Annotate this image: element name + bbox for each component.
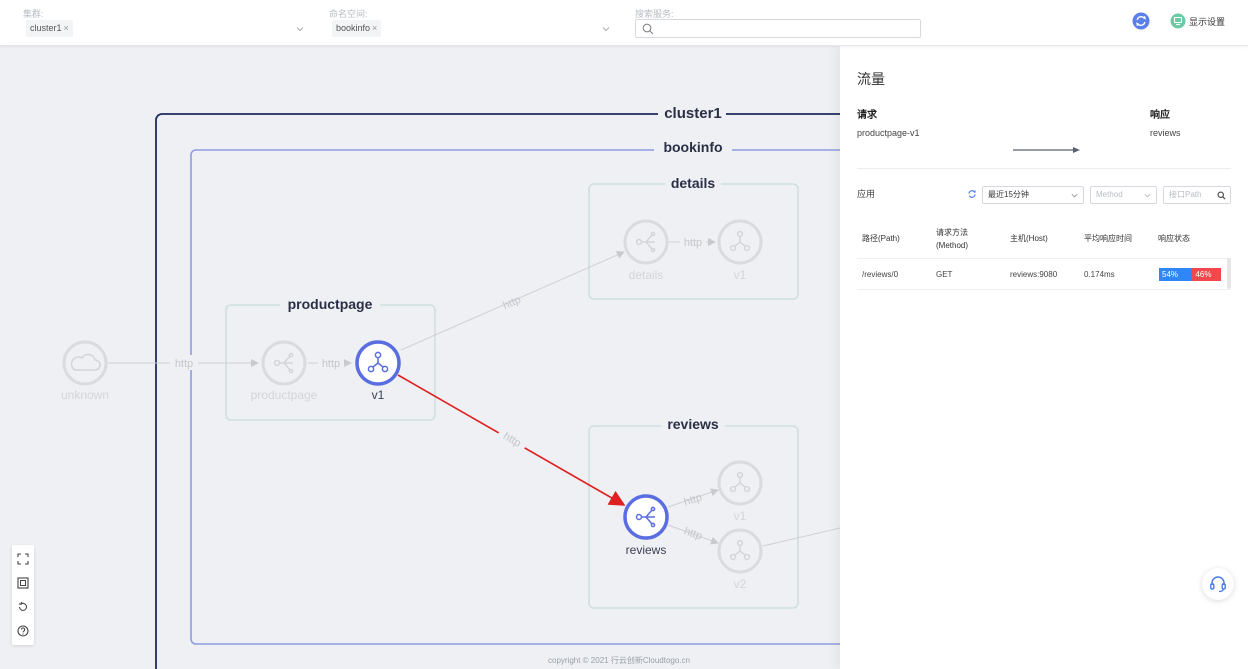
node-productpage-v1[interactable]: v1 — [355, 340, 401, 402]
display-settings-button[interactable]: 显示设置 — [1170, 12, 1225, 30]
node-unknown[interactable]: unknown — [61, 340, 109, 402]
namespace-tag[interactable]: bookinfo × — [332, 20, 382, 37]
column-header-method: 请求方法 (Method) — [936, 227, 969, 250]
cluster-filter-label: 集群: — [23, 9, 44, 19]
edge-label: http — [682, 491, 703, 508]
namespace-filter-label: 命名空间: — [329, 9, 368, 19]
help-icon[interactable] — [17, 625, 29, 637]
edge-label: http — [501, 294, 523, 312]
flow-arrow-icon — [1013, 147, 1080, 153]
node-details-v1[interactable]: v1 — [717, 219, 763, 282]
table-scrollbar[interactable] — [1227, 258, 1231, 289]
reviews-box-title: reviews — [667, 416, 719, 432]
namespace-select[interactable]: bookinfo × — [329, 20, 611, 38]
search-icon — [642, 23, 654, 35]
time-range-select[interactable]: 最近15分钟 — [982, 186, 1084, 204]
fullscreen-icon[interactable] — [17, 553, 29, 565]
edge-label: http — [175, 358, 193, 370]
column-header-host: 主机(Host) — [1010, 234, 1048, 243]
column-header-avg-time: 平均响应时间 — [1084, 234, 1132, 243]
node-label: v1 — [734, 268, 747, 282]
node-label: v1 — [734, 509, 747, 523]
namespace-tag-text: bookinfo — [336, 23, 371, 33]
status-bar: 54% 46% — [1159, 268, 1221, 281]
table-header-row: 路径(Path) 请求方法 (Method) 主机(Host) 平均响应时间 响… — [857, 218, 1231, 259]
fit-view-icon[interactable] — [17, 577, 29, 589]
time-range-value: 最近15分钟 — [988, 190, 1029, 199]
node-label: productpage — [251, 388, 318, 402]
path-search-input[interactable]: 接口Path — [1163, 186, 1231, 204]
edge-reviews-v2-out[interactable] — [762, 527, 840, 547]
path-placeholder: 接口Path — [1169, 190, 1202, 199]
traffic-table: 路径(Path) 请求方法 (Method) 主机(Host) 平均响应时间 响… — [857, 218, 1231, 290]
headset-icon — [1210, 576, 1226, 593]
response-label: 响应 — [1150, 110, 1170, 121]
request-label: 请求 — [857, 110, 877, 121]
node-reviews-service[interactable]: reviews — [623, 494, 669, 557]
cell-path: /reviews/0 — [862, 270, 899, 279]
reset-icon[interactable] — [17, 601, 29, 613]
chevron-down-icon — [1071, 193, 1078, 198]
node-label: unknown — [61, 388, 109, 402]
edge-label: http — [322, 358, 340, 370]
namespace-title: bookinfo — [663, 139, 722, 155]
chevron-down-icon — [1144, 193, 1151, 198]
cluster-title: cluster1 — [664, 105, 722, 122]
request-value: productpage-v1 — [857, 128, 920, 138]
method-placeholder: Method — [1096, 190, 1123, 199]
search-icon — [1217, 191, 1226, 200]
filter-bar: 集群: cluster1 × 命名空间: bookinfo × 搜索服务: 显示设置 — [0, 0, 1248, 46]
remove-tag-icon[interactable]: × — [64, 23, 69, 33]
cell-host: reviews:9080 — [1010, 270, 1058, 279]
copyright-text: copyright © 2021 行云创新Cloudtogo.cn — [548, 656, 690, 665]
node-reviews-v1[interactable]: v1 — [717, 460, 763, 523]
cluster-tag-text: cluster1 — [30, 23, 62, 33]
divider — [857, 168, 1231, 169]
graph-toolbar — [12, 545, 34, 645]
chevron-down-icon — [296, 27, 304, 32]
app-label: 应用 — [857, 189, 876, 199]
method-select[interactable]: Method — [1090, 186, 1157, 204]
refresh-icon[interactable] — [1132, 12, 1150, 30]
cluster-select[interactable]: cluster1 × — [23, 20, 305, 38]
node-label: v2 — [734, 577, 747, 591]
cell-method: GET — [936, 270, 953, 279]
panel-title: 流量 — [857, 71, 885, 87]
node-details-service[interactable]: details — [623, 219, 669, 282]
refresh-icon[interactable] — [967, 189, 977, 199]
reviews-box — [588, 425, 799, 609]
column-header-path: 路径(Path) — [862, 234, 900, 243]
cluster-tag[interactable]: cluster1 × — [26, 20, 73, 37]
column-header-status: 响应状态 — [1158, 234, 1190, 243]
productpage-box-title: productpage — [288, 296, 373, 312]
display-settings-icon — [1170, 13, 1186, 29]
node-label: reviews — [626, 543, 667, 557]
node-productpage-service[interactable]: productpage — [251, 340, 318, 402]
display-settings-label: 显示设置 — [1189, 16, 1226, 27]
traffic-panel: 流量 请求 productpage-v1 响应 reviews 应用 最近15分… — [840, 46, 1248, 669]
customer-support-button[interactable] — [1202, 568, 1234, 600]
service-graph[interactable]: cluster1 bookinfo details productpage re… — [0, 46, 840, 669]
status-ok-segment: 54% — [1159, 268, 1193, 281]
edge-label: http — [682, 525, 703, 542]
details-box-title: details — [671, 175, 716, 191]
search-service-box[interactable] — [635, 19, 921, 38]
edge-label: http — [684, 237, 702, 249]
node-reviews-v2[interactable]: v2 — [717, 528, 763, 591]
node-label: v1 — [372, 388, 385, 402]
cell-avg-time: 0.174ms — [1084, 270, 1115, 279]
node-label: details — [629, 268, 664, 282]
chevron-down-icon — [602, 27, 610, 32]
remove-tag-icon[interactable]: × — [372, 23, 377, 33]
search-input[interactable] — [658, 20, 918, 37]
table-row[interactable]: /reviews/0 GET reviews:9080 0.174ms 54% … — [857, 259, 1231, 290]
status-error-segment: 46% — [1192, 268, 1221, 281]
response-value: reviews — [1150, 128, 1181, 138]
